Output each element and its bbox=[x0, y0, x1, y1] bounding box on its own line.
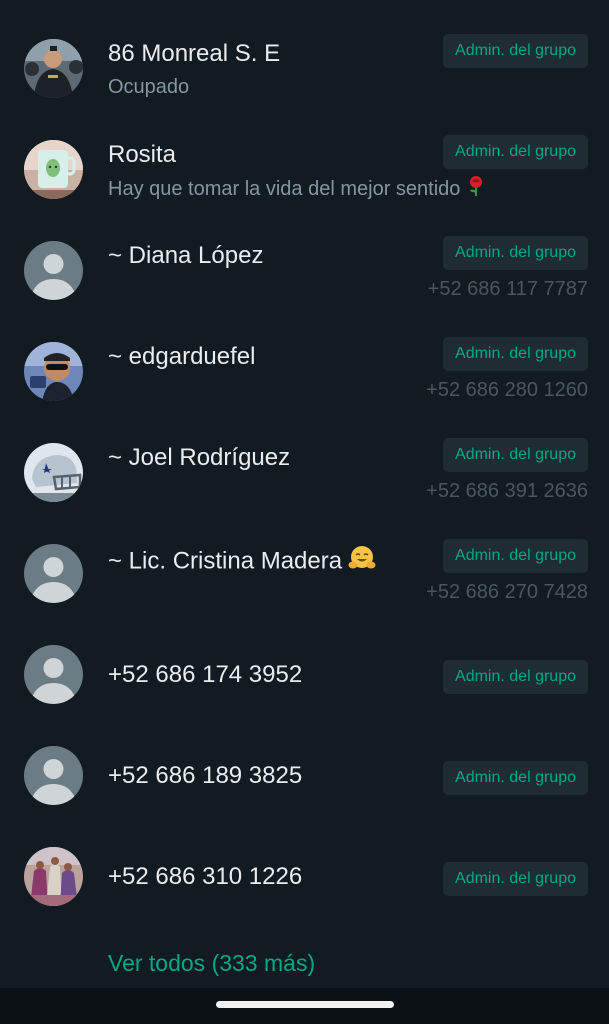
avatar[interactable] bbox=[24, 847, 83, 906]
participant-row[interactable]: ~ edgarduefel Admin. del grupo +52 686 2… bbox=[0, 320, 609, 421]
participant-row[interactable]: ~ Joel Rodríguez Admin. del grupo +52 68… bbox=[0, 421, 609, 522]
participant-row[interactable]: +52 686 174 3952 Admin. del grupo bbox=[0, 623, 609, 724]
participant-name: +52 686 189 3825 bbox=[108, 762, 303, 789]
rose-emoji bbox=[466, 175, 486, 204]
admin-badge: Admin. del grupo bbox=[443, 135, 588, 169]
participant-name: ~ Joel Rodríguez bbox=[108, 444, 291, 471]
hugging-face-emoji bbox=[348, 544, 376, 580]
see-all-link[interactable]: Ver todos (333 más) bbox=[108, 948, 315, 978]
participant-row[interactable]: Rosita Hay que tomar la vida del mejor s… bbox=[0, 118, 609, 219]
participant-name: ~ Lic. Cristina Madera bbox=[108, 544, 376, 580]
participant-row[interactable]: +52 686 189 3825 Admin. del grupo bbox=[0, 724, 609, 825]
participant-row[interactable]: ~ Diana López Admin. del grupo +52 686 1… bbox=[0, 219, 609, 320]
admin-badge: Admin. del grupo bbox=[443, 236, 588, 270]
participant-name: ~ Diana López bbox=[108, 242, 264, 269]
system-navigation-bar bbox=[0, 988, 609, 1024]
admin-badge: Admin. del grupo bbox=[443, 761, 588, 795]
admin-badge: Admin. del grupo bbox=[443, 337, 588, 371]
admin-badge: Admin. del grupo bbox=[443, 34, 588, 68]
participants-list: 86 Monreal S. E Ocupado Admin. del grupo… bbox=[0, 0, 609, 926]
participant-name: +52 686 310 1226 bbox=[108, 863, 303, 890]
home-gesture-bar[interactable] bbox=[216, 1001, 394, 1008]
participant-name: Rosita bbox=[108, 141, 177, 168]
participant-phone: +52 686 117 7787 bbox=[427, 278, 588, 300]
avatar[interactable] bbox=[24, 140, 83, 199]
participant-phone: +52 686 280 1260 bbox=[426, 379, 588, 401]
avatar[interactable] bbox=[24, 39, 83, 98]
participant-row[interactable]: 86 Monreal S. E Ocupado Admin. del grupo bbox=[0, 17, 609, 118]
participant-phone: +52 686 270 7428 bbox=[426, 581, 588, 603]
avatar[interactable] bbox=[24, 342, 83, 401]
avatar[interactable] bbox=[24, 443, 83, 502]
participant-name: ~ edgarduefel bbox=[108, 343, 256, 370]
participant-row[interactable]: +52 686 310 1226 Admin. del grupo bbox=[0, 825, 609, 926]
participant-about: Hay que tomar la vida del mejor sentido bbox=[108, 175, 486, 204]
default-avatar-icon[interactable] bbox=[24, 746, 83, 805]
participant-name: +52 686 174 3952 bbox=[108, 661, 303, 688]
default-avatar-icon[interactable] bbox=[24, 544, 83, 603]
participant-phone: +52 686 391 2636 bbox=[426, 480, 588, 502]
default-avatar-icon[interactable] bbox=[24, 645, 83, 704]
participant-about: Ocupado bbox=[108, 76, 190, 98]
participant-row[interactable]: ~ Lic. Cristina Madera Admin. del grupo … bbox=[0, 522, 609, 623]
admin-badge: Admin. del grupo bbox=[443, 660, 588, 694]
admin-badge: Admin. del grupo bbox=[443, 862, 588, 896]
admin-badge: Admin. del grupo bbox=[443, 438, 588, 472]
participant-name: 86 Monreal S. E bbox=[108, 40, 281, 67]
default-avatar-icon[interactable] bbox=[24, 241, 83, 300]
admin-badge: Admin. del grupo bbox=[443, 539, 588, 573]
